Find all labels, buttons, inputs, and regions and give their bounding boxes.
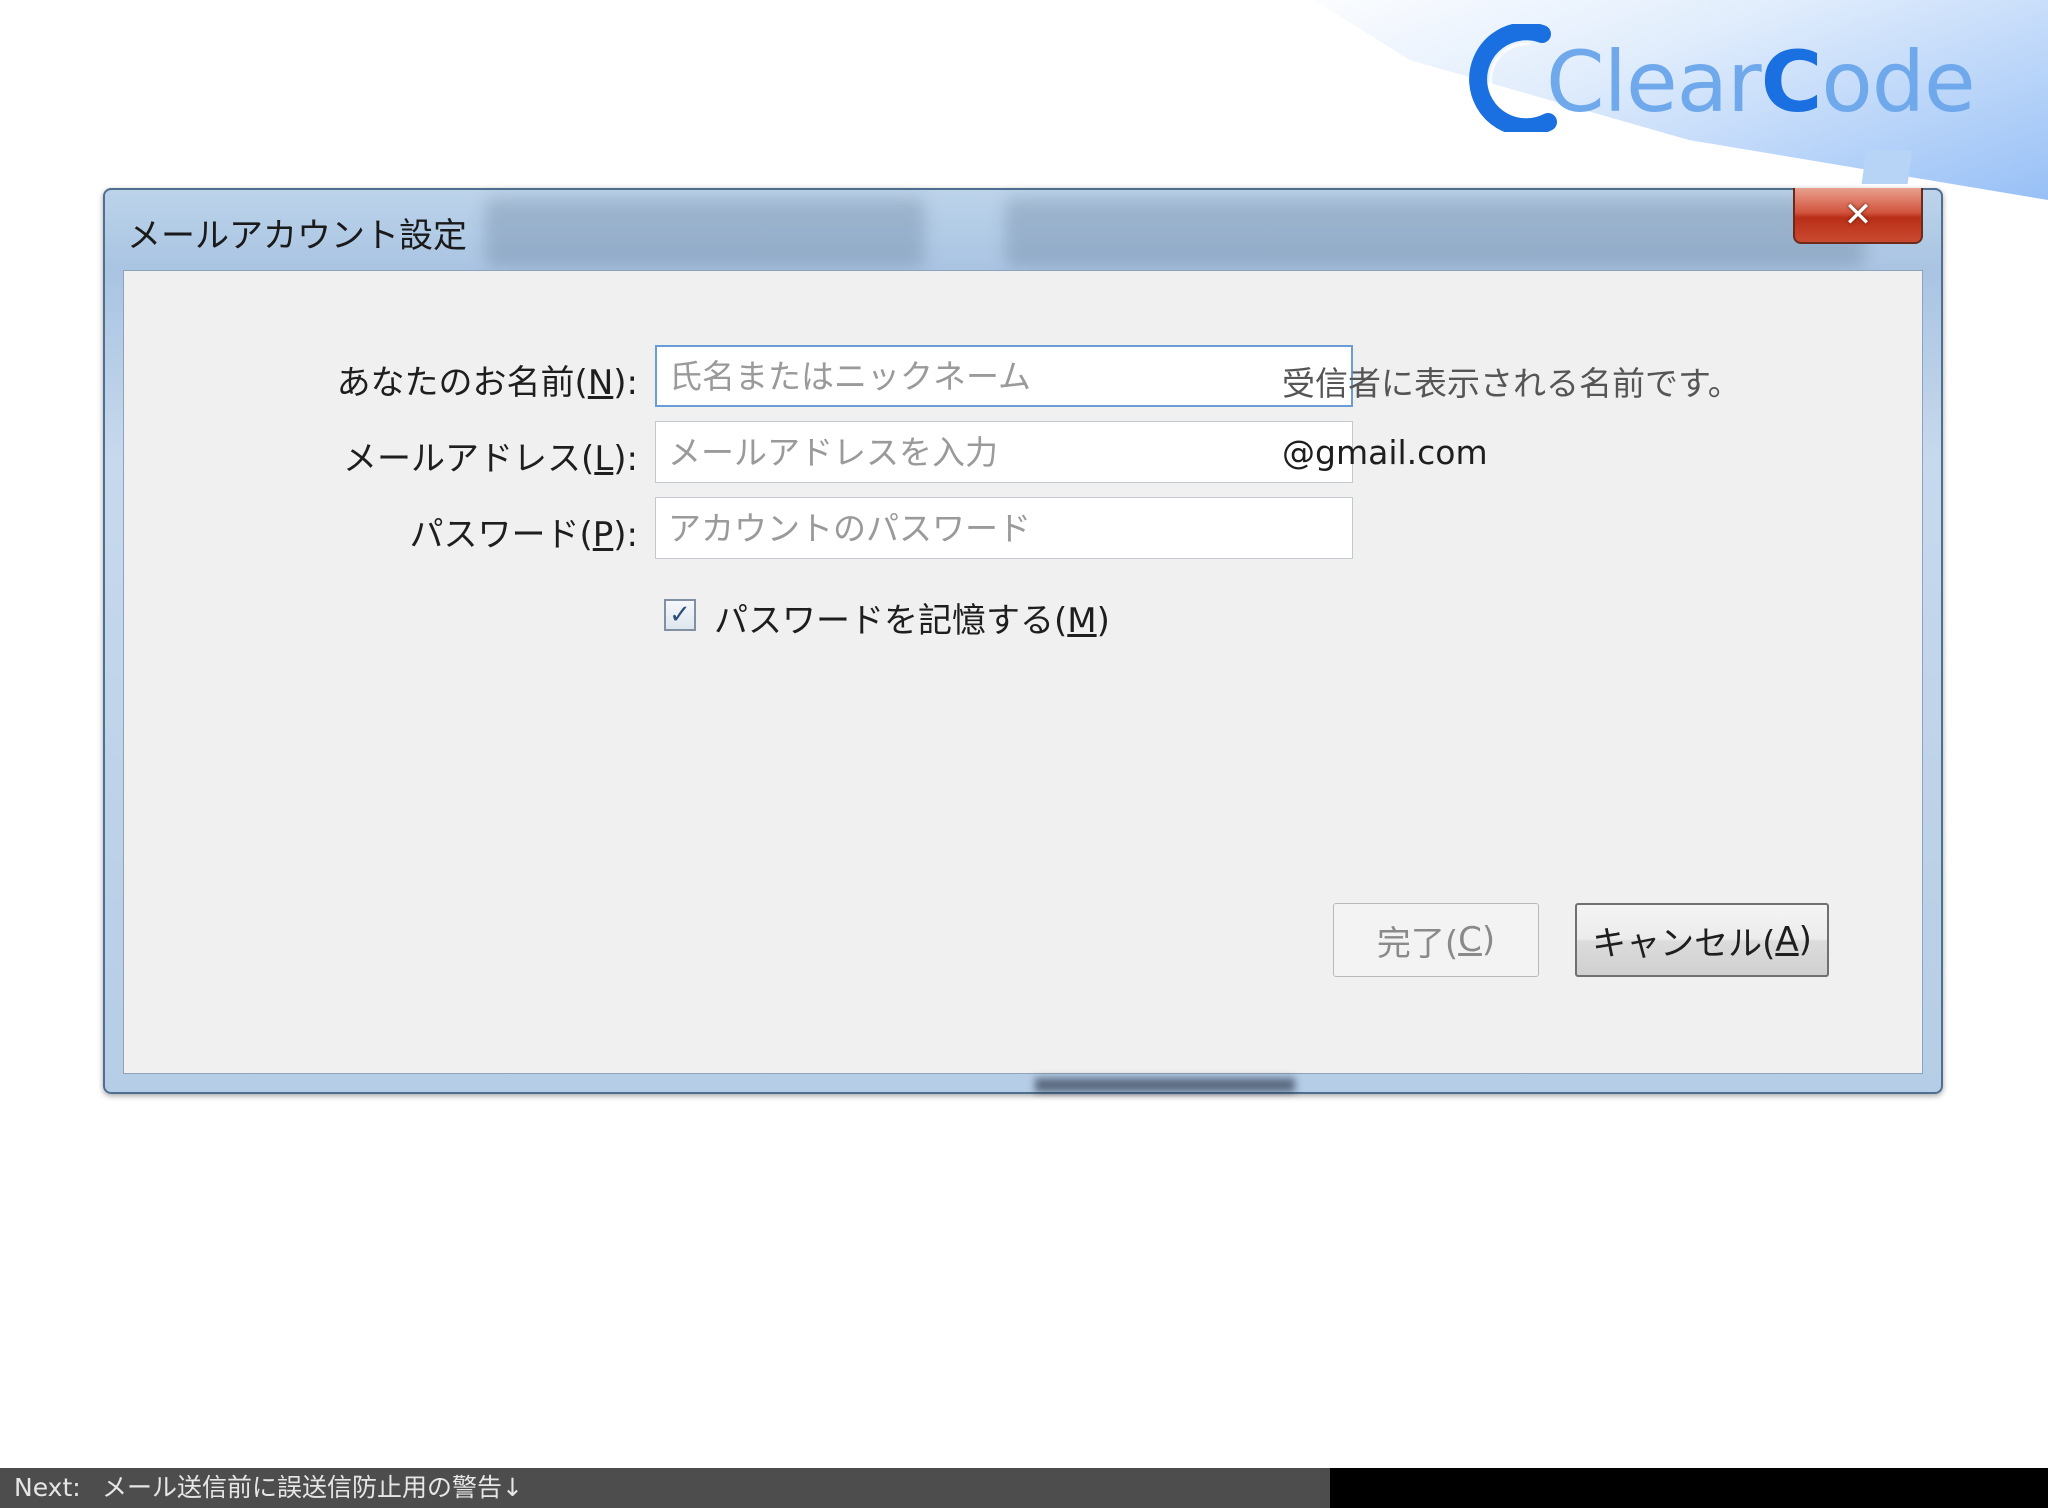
- logo-wordmark: ClearCode: [1546, 33, 1976, 131]
- window-title: メールアカウント設定: [127, 216, 467, 256]
- checkmark-icon: ✓: [669, 600, 691, 630]
- name-input[interactable]: [655, 345, 1353, 407]
- mail-account-setup-window: メールアカウント設定 ✕ あなたのお名前(N): 受信者に表示される名前です。 …: [103, 188, 1943, 1094]
- name-hint: 受信者に表示される名前です。: [1282, 364, 1741, 403]
- slide-footer: Next: メール送信前に誤送信防止用の警告↓: [0, 1468, 2048, 1508]
- window-titlebar[interactable]: メールアカウント設定 ✕: [105, 188, 1941, 270]
- clearcode-logo: ClearCode: [1460, 22, 1980, 142]
- close-icon: ✕: [1843, 195, 1873, 235]
- email-domain: @gmail.com: [1282, 433, 1488, 472]
- dialog-content: あなたのお名前(N): 受信者に表示される名前です。 メールアドレス(L): @…: [123, 270, 1923, 1074]
- close-button[interactable]: ✕: [1793, 188, 1923, 244]
- password-input[interactable]: [655, 497, 1353, 559]
- titlebar-background-blur: [485, 198, 925, 268]
- email-label: メールアドレス(L):: [343, 439, 638, 479]
- remember-password-checkbox[interactable]: ✓: [664, 599, 696, 631]
- logo-square-decoration: [1861, 150, 1913, 184]
- next-slide-bar: Next: メール送信前に誤送信防止用の警告↓: [0, 1468, 1330, 1508]
- name-label: あなたのお名前(N):: [336, 363, 638, 403]
- next-slide-title: メール送信前に誤送信防止用の警告↓: [102, 1473, 523, 1502]
- cancel-button[interactable]: キャンセル(A): [1575, 903, 1829, 977]
- email-input[interactable]: [655, 421, 1353, 483]
- password-label: パスワード(P):: [409, 515, 638, 555]
- titlebar-background-blur: [1005, 198, 1865, 268]
- taskbar-background-blur: [1035, 1078, 1295, 1092]
- done-button[interactable]: 完了(C): [1333, 903, 1539, 977]
- next-label: Next:: [14, 1473, 81, 1502]
- remember-password-label[interactable]: パスワードを記憶する(M): [714, 593, 1110, 642]
